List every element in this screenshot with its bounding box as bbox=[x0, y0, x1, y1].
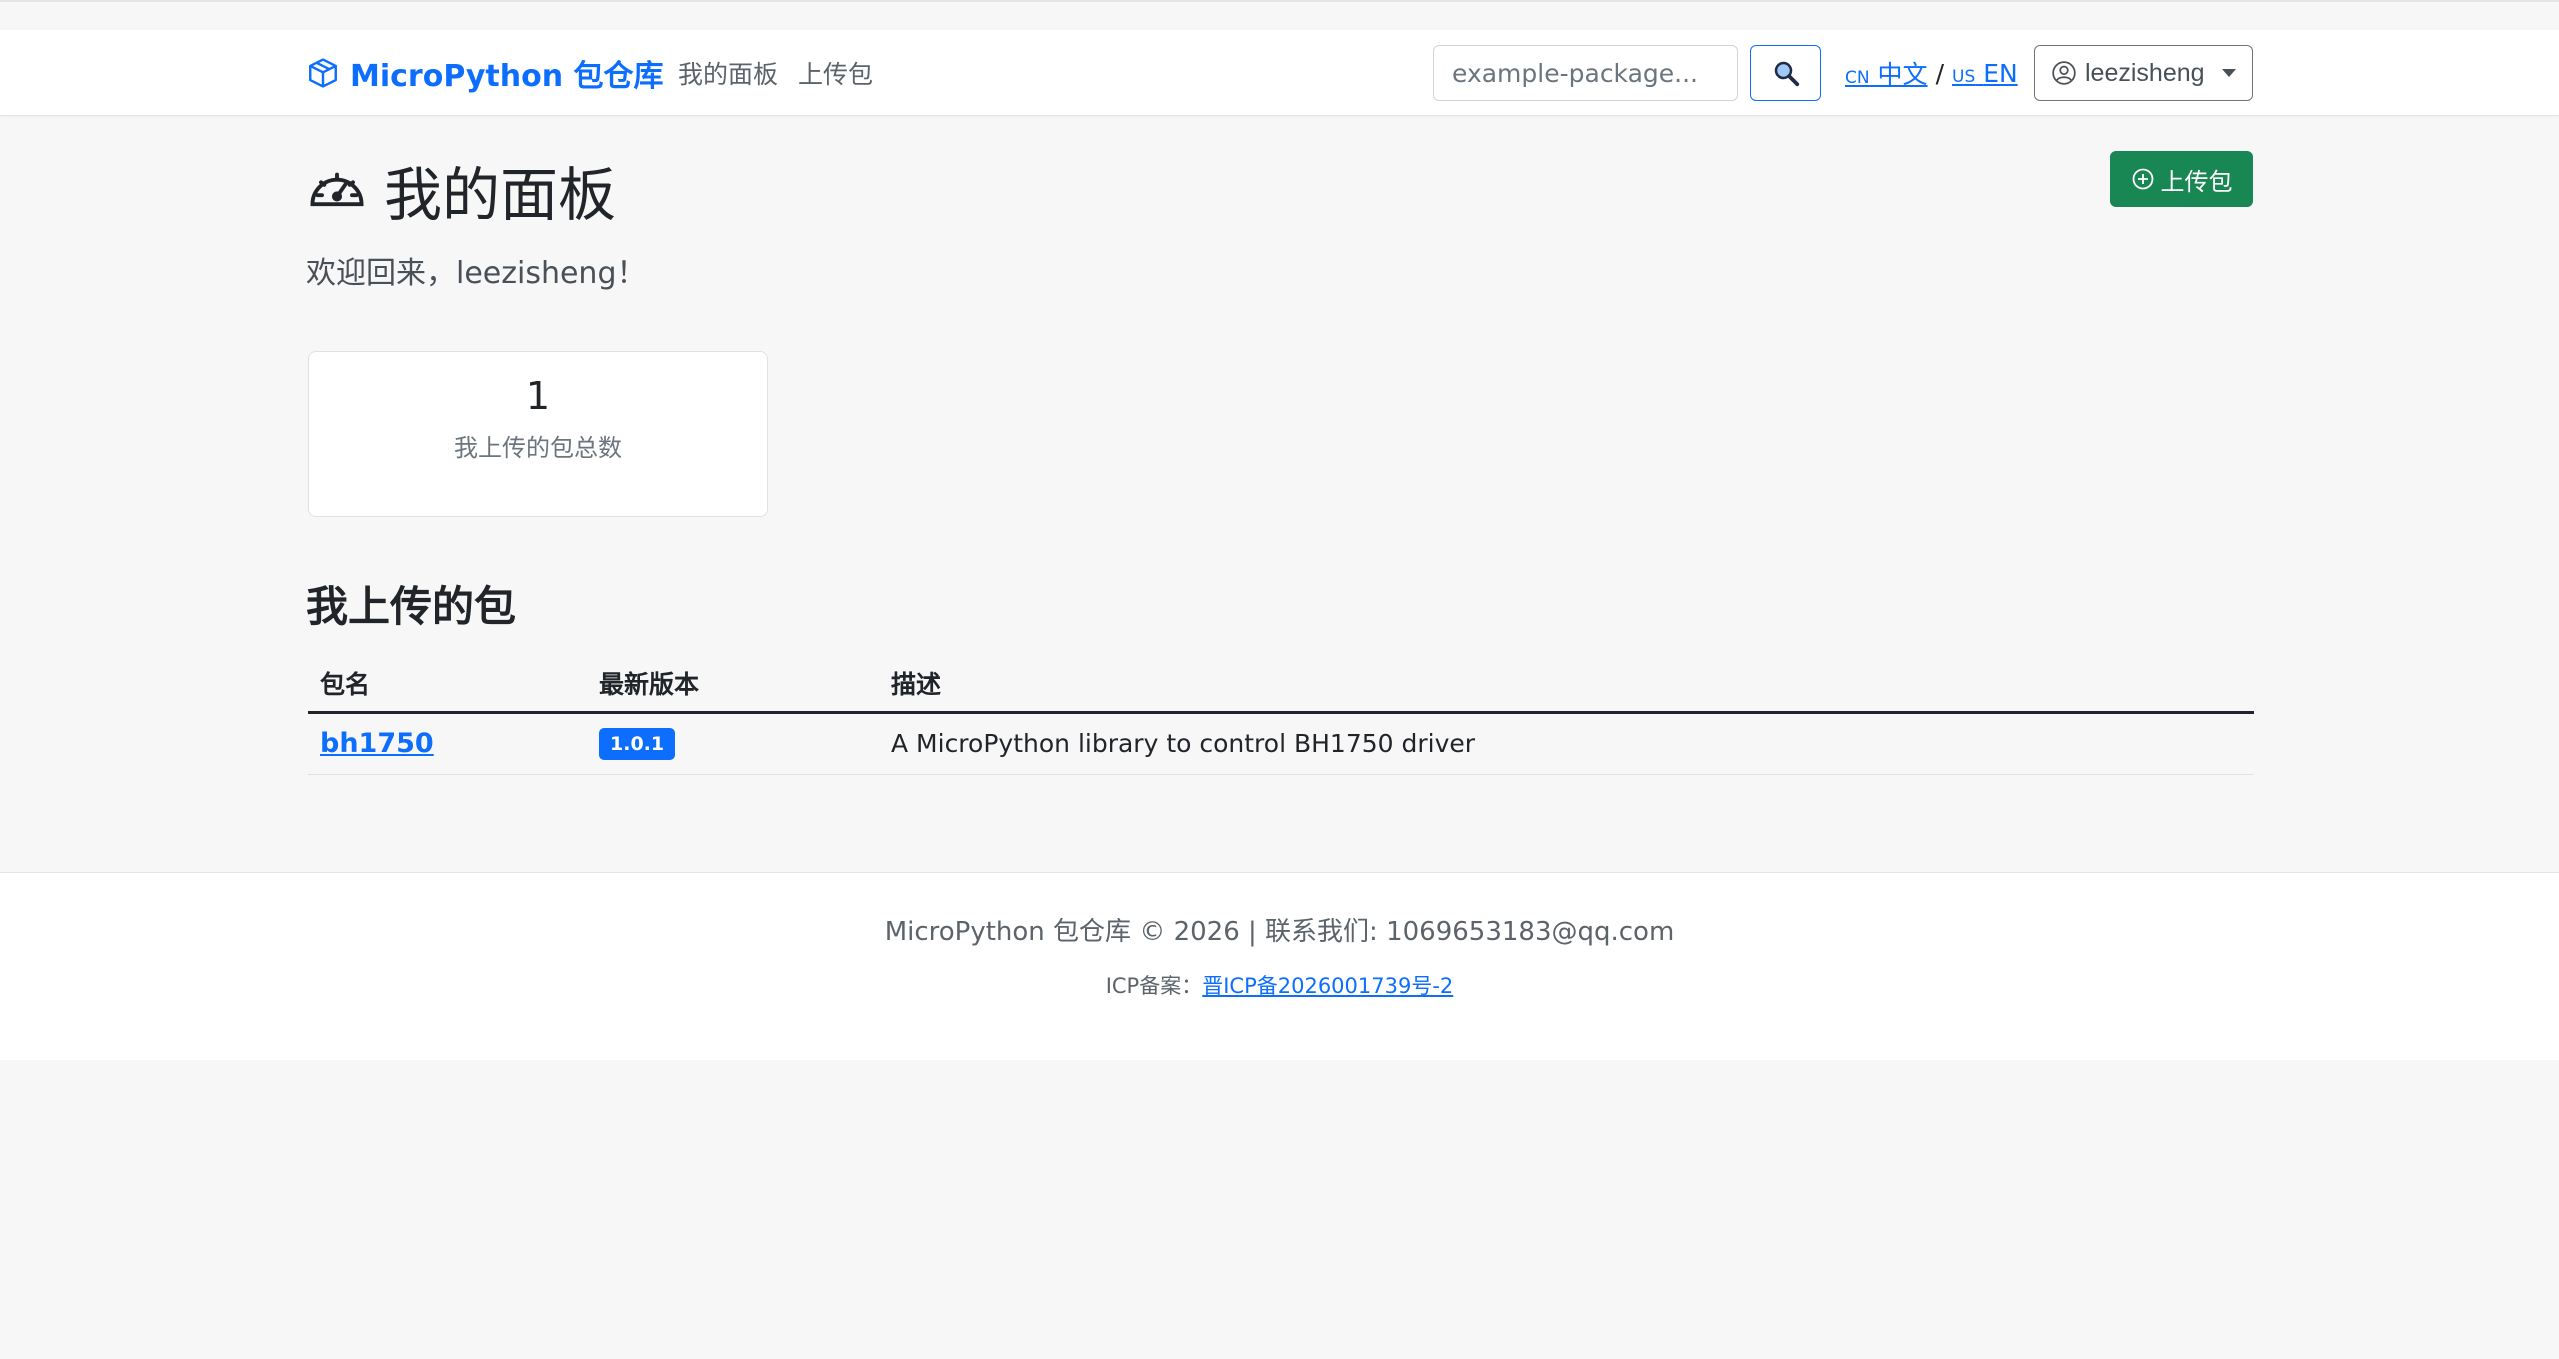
nav-dashboard-link[interactable]: 我的面板 bbox=[678, 30, 778, 116]
user-menu-button[interactable]: leezisheng bbox=[2034, 45, 2253, 101]
cn-flag-code: CN bbox=[1845, 68, 1870, 88]
welcome-message: 欢迎回来，leezisheng！ bbox=[306, 256, 647, 291]
icp-label: ICP备案： bbox=[1105, 974, 1203, 998]
column-header-name: 包名 bbox=[308, 656, 587, 714]
icp-link[interactable]: 晋ICP备2026001739号-2 bbox=[1202, 974, 1453, 998]
lang-chinese-label: 中文 bbox=[1877, 60, 1928, 89]
search-icon bbox=[1774, 61, 1799, 87]
footer-copyright: MicroPython 包仓库 © 2026 | 联系我们: 106965318… bbox=[884, 917, 1675, 947]
packages-table: 包名 最新版本 描述 bh1750 1.0.1 A MicroPython li… bbox=[308, 656, 2254, 775]
username-label: leezisheng bbox=[2085, 58, 2205, 87]
table-row: bh1750 1.0.1 A MicroPython library to co… bbox=[308, 712, 2254, 775]
package-count-label: 我上传的包总数 bbox=[454, 434, 622, 462]
column-header-version: 最新版本 bbox=[587, 656, 879, 714]
package-version-cell: 1.0.1 bbox=[587, 712, 879, 775]
brand-text: MicroPython 包仓库 bbox=[350, 59, 664, 94]
lang-english-label: EN bbox=[1983, 58, 2018, 88]
package-name-cell: bh1750 bbox=[308, 712, 587, 775]
package-count-card: 1 我上传的包总数 bbox=[308, 351, 768, 517]
package-name-link[interactable]: bh1750 bbox=[320, 728, 434, 759]
package-description-cell: A MicroPython library to control BH1750 … bbox=[879, 712, 2254, 775]
speedometer-icon bbox=[310, 172, 364, 207]
navbar: MicroPython 包仓库 我的面板 上传包 CN 中文 / US EN l… bbox=[0, 30, 2559, 116]
brand-link[interactable]: MicroPython 包仓库 bbox=[306, 30, 664, 116]
language-switcher: CN 中文 / US EN bbox=[1845, 30, 2018, 116]
upload-button-label: 上传包 bbox=[2160, 168, 2233, 196]
version-badge: 1.0.1 bbox=[599, 728, 676, 760]
top-border bbox=[0, 0, 2559, 2]
lang-chinese-link[interactable]: CN 中文 bbox=[1845, 55, 1928, 91]
upload-package-button[interactable]: 上传包 bbox=[2110, 151, 2253, 207]
footer: MicroPython 包仓库 © 2026 | 联系我们: 106965318… bbox=[0, 872, 2559, 1060]
user-circle-icon bbox=[2052, 61, 2076, 85]
column-header-description: 描述 bbox=[879, 656, 2254, 714]
search-input[interactable] bbox=[1433, 45, 1738, 101]
search-button[interactable] bbox=[1750, 45, 1821, 101]
lang-english-link[interactable]: US EN bbox=[1952, 59, 2018, 88]
page-title-text: 我的面板 bbox=[384, 161, 617, 229]
us-flag-code: US bbox=[1952, 66, 1976, 87]
chevron-down-icon bbox=[2222, 69, 2236, 77]
table-header-row: 包名 最新版本 描述 bbox=[308, 656, 2254, 714]
footer-icp: ICP备案：晋ICP备2026001739号-2 bbox=[0, 970, 2559, 1000]
plus-circle-icon bbox=[2132, 168, 2153, 190]
page-title: 我的面板 bbox=[306, 148, 616, 232]
nav-upload-link[interactable]: 上传包 bbox=[798, 30, 873, 116]
package-count-value: 1 bbox=[525, 374, 551, 418]
lang-separator: / bbox=[1935, 58, 1944, 88]
box-icon bbox=[309, 58, 337, 88]
my-packages-heading: 我上传的包 bbox=[306, 582, 517, 631]
